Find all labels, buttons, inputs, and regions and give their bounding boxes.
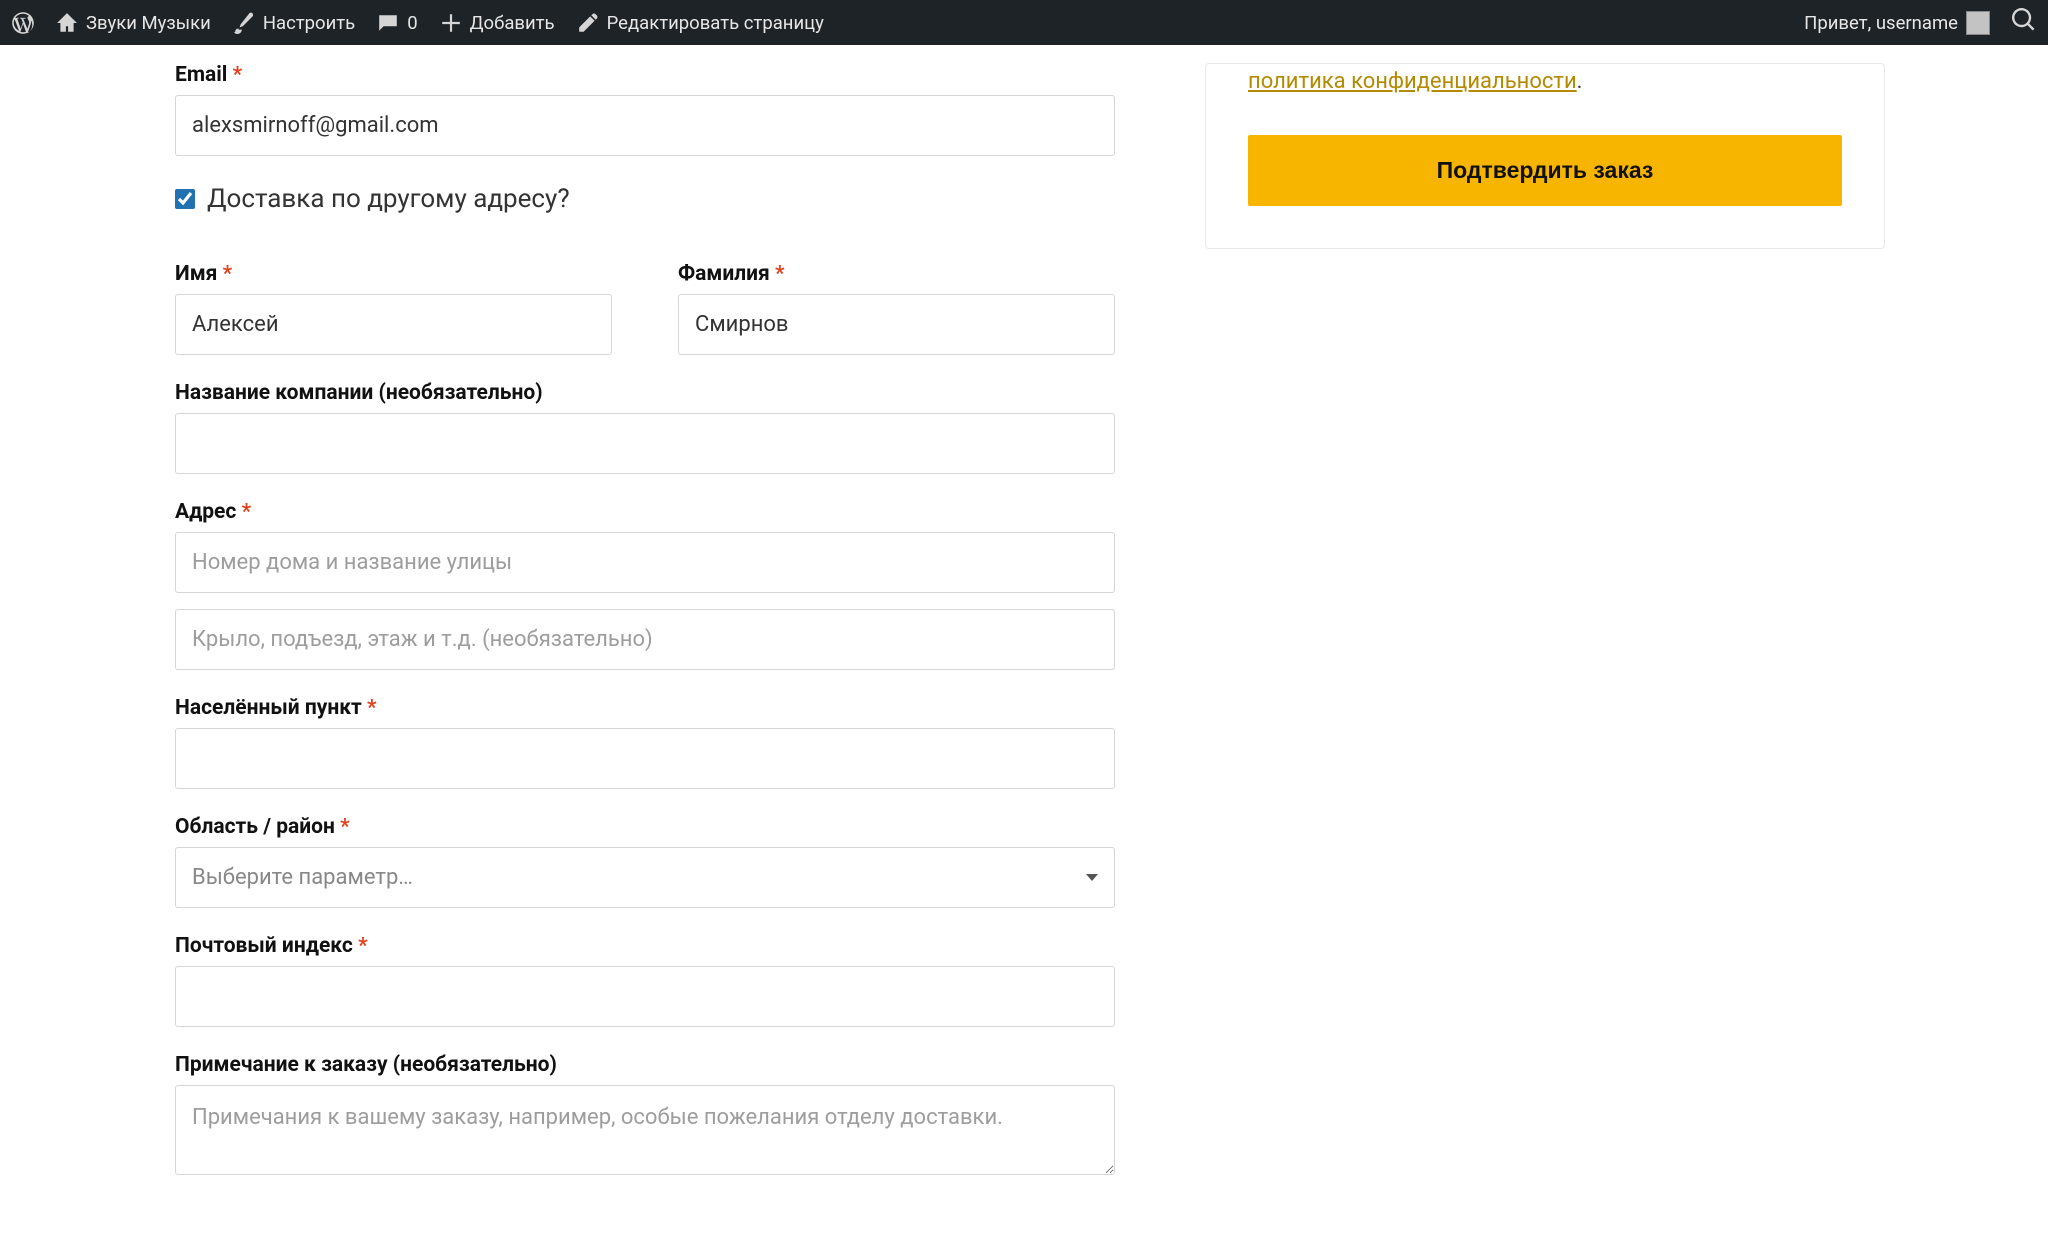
region-select[interactable]: Выберите параметр… xyxy=(175,847,1115,908)
city-label-text: Населённый пункт xyxy=(175,696,362,720)
email-label: Email * xyxy=(175,63,1115,87)
place-order-button[interactable]: Подтвердить заказ xyxy=(1248,135,1842,206)
ship-different-label[interactable]: Доставка по другому адресу? xyxy=(207,184,570,214)
region-label-text: Область / район xyxy=(175,815,335,839)
search-toggle[interactable] xyxy=(2012,8,2036,37)
required-asterisk: * xyxy=(233,63,243,87)
postcode-label-text: Почтовый индекс xyxy=(175,934,353,958)
privacy-policy-link[interactable]: политика конфиденциальности xyxy=(1248,69,1577,94)
admin-bar-right: Привет, username xyxy=(1804,8,2036,37)
last-name-label-text: Фамилия xyxy=(678,262,770,286)
first-name-label: Имя * xyxy=(175,262,612,286)
site-name-item[interactable]: Звуки Музыки xyxy=(56,12,211,34)
plus-icon xyxy=(440,12,462,34)
comments-count: 0 xyxy=(407,12,417,34)
required-asterisk: * xyxy=(358,934,368,958)
first-name-label-text: Имя xyxy=(175,262,217,286)
company-input[interactable] xyxy=(175,413,1115,474)
last-name-block: Фамилия * xyxy=(678,262,1115,355)
add-new-item[interactable]: Добавить xyxy=(440,12,555,34)
site-name-label: Звуки Музыки xyxy=(86,12,211,34)
region-placeholder: Выберите параметр… xyxy=(192,865,413,890)
customize-item[interactable]: Настроить xyxy=(233,12,355,34)
search-icon xyxy=(2012,8,2036,37)
greeting-text: Привет, username xyxy=(1804,12,1958,34)
pencil-icon xyxy=(577,12,599,34)
required-asterisk: * xyxy=(223,262,233,286)
postcode-input[interactable] xyxy=(175,966,1115,1027)
notes-field-block: Примечание к заказу (необязательно) xyxy=(175,1053,1115,1179)
address1-input[interactable] xyxy=(175,532,1115,593)
admin-bar-left: Звуки Музыки Настроить 0 Добавить Редакт… xyxy=(12,12,824,34)
greeting-item[interactable]: Привет, username xyxy=(1804,11,1990,35)
avatar xyxy=(1966,11,1990,35)
company-label: Название компании (необязательно) xyxy=(175,381,1115,405)
region-label: Область / район * xyxy=(175,815,1115,839)
company-field-block: Название компании (необязательно) xyxy=(175,381,1115,474)
email-input[interactable] xyxy=(175,95,1115,156)
address-label-text: Адрес xyxy=(175,500,236,524)
city-label: Населённый пункт * xyxy=(175,696,1115,720)
ship-different-checkbox[interactable] xyxy=(175,189,195,209)
address-field-block: Адрес * xyxy=(175,500,1115,593)
comment-icon xyxy=(377,12,399,34)
email-field-block: Email * xyxy=(175,63,1115,156)
order-notes-textarea[interactable] xyxy=(175,1085,1115,1175)
add-new-label: Добавить xyxy=(470,12,555,34)
wp-logo-item[interactable] xyxy=(12,12,34,34)
customize-label: Настроить xyxy=(263,12,355,34)
first-name-block: Имя * xyxy=(175,262,612,355)
notes-label: Примечание к заказу (необязательно) xyxy=(175,1053,1115,1077)
brush-icon xyxy=(233,12,255,34)
ship-different-row: Доставка по другому адресу? xyxy=(175,184,1115,214)
address2-input[interactable] xyxy=(175,609,1115,670)
chevron-down-icon xyxy=(1086,874,1098,881)
name-row: Имя * Фамилия * xyxy=(175,262,1115,355)
email-label-text: Email xyxy=(175,63,227,87)
comments-item[interactable]: 0 xyxy=(377,12,417,34)
postcode-label: Почтовый индекс * xyxy=(175,934,1115,958)
required-asterisk: * xyxy=(242,500,252,524)
wp-admin-bar: Звуки Музыки Настроить 0 Добавить Редакт… xyxy=(0,0,2048,45)
required-asterisk: * xyxy=(367,696,377,720)
checkout-form-column: Email * Доставка по другому адресу? Имя … xyxy=(175,63,1115,1205)
edit-page-label: Редактировать страницу xyxy=(607,12,824,34)
required-asterisk: * xyxy=(340,815,350,839)
policy-suffix: . xyxy=(1577,69,1583,94)
address-label: Адрес * xyxy=(175,500,1115,524)
city-field-block: Населённый пункт * xyxy=(175,696,1115,789)
policy-line: политика конфиденциальности. xyxy=(1248,64,1842,99)
wordpress-icon xyxy=(12,12,34,34)
city-input[interactable] xyxy=(175,728,1115,789)
page: Email * Доставка по другому адресу? Имя … xyxy=(0,45,2048,1245)
region-field-block: Область / район * Выберите параметр… xyxy=(175,815,1115,908)
content-wrapper: Email * Доставка по другому адресу? Имя … xyxy=(0,45,2048,1245)
order-summary-column: политика конфиденциальности. Подтвердить… xyxy=(1205,63,1885,249)
required-asterisk: * xyxy=(775,262,785,286)
last-name-label: Фамилия * xyxy=(678,262,1115,286)
order-box: политика конфиденциальности. Подтвердить… xyxy=(1205,63,1885,249)
edit-page-item[interactable]: Редактировать страницу xyxy=(577,12,824,34)
first-name-input[interactable] xyxy=(175,294,612,355)
home-icon xyxy=(56,12,78,34)
address2-field-block xyxy=(175,609,1115,670)
last-name-input[interactable] xyxy=(678,294,1115,355)
postcode-field-block: Почтовый индекс * xyxy=(175,934,1115,1027)
